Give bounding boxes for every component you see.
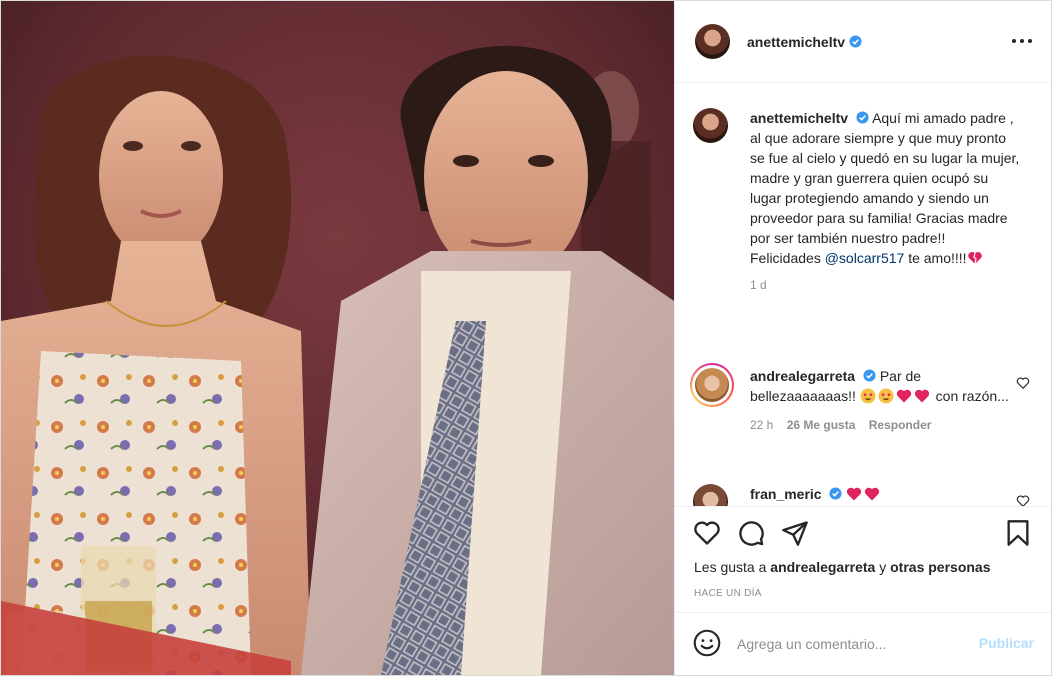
comment-like-heart-icon[interactable] <box>1016 494 1030 506</box>
bookmark-icon[interactable] <box>1004 519 1032 547</box>
post-timestamp[interactable]: HACE UN DÍA <box>694 588 762 599</box>
smiley-icon[interactable] <box>693 629 721 657</box>
publish-button[interactable]: Publicar <box>979 635 1034 651</box>
author-username[interactable]: anettemicheltv <box>747 34 845 50</box>
more-options-icon[interactable] <box>1012 33 1032 49</box>
comments-list[interactable]: anettemicheltv Aquí mi amado padre , al … <box>675 84 1052 506</box>
paper-plane-icon[interactable] <box>781 519 809 547</box>
verified-badge-icon <box>863 369 876 382</box>
post-side-panel: anettemicheltv anettemicheltv Aquí mi am… <box>674 1 1052 675</box>
post-header: anettemicheltv <box>675 1 1052 83</box>
comment-time: 22 h <box>750 418 774 432</box>
red-heart-icon <box>865 487 880 501</box>
instagram-post: anettemicheltv anettemicheltv Aquí mi am… <box>0 0 1052 676</box>
comment-input[interactable] <box>737 633 957 655</box>
verified-badge-icon <box>829 487 843 500</box>
author-avatar[interactable] <box>695 24 730 59</box>
comment-like-heart-icon[interactable] <box>1016 376 1030 390</box>
caption-time: 1 d <box>750 278 767 292</box>
likes-mid: y <box>879 559 887 575</box>
add-comment-bar: Publicar <box>675 612 1052 675</box>
caption-text-after: te amo!!!! <box>908 250 967 266</box>
comment-username[interactable]: fran_meric <box>750 486 822 502</box>
vintage-photo-image <box>1 1 674 675</box>
likes-user-link[interactable]: andrealegarreta <box>770 559 875 575</box>
red-heart-icon <box>896 389 911 403</box>
caption-mention[interactable]: @solcarr517 <box>825 250 905 266</box>
caption-text: Aquí mi amado padre , al que adorare sie… <box>750 110 1020 266</box>
caption-username[interactable]: anettemicheltv <box>750 110 848 126</box>
star-struck-emoji-icon <box>860 388 876 404</box>
red-heart-icon <box>914 389 929 403</box>
comment-username[interactable]: andrealegarreta <box>750 368 855 384</box>
heart-icon[interactable] <box>693 519 721 547</box>
verified-badge-icon <box>849 35 862 48</box>
broken-heart-icon <box>967 252 982 265</box>
caption-avatar[interactable] <box>693 108 728 143</box>
comment-icon[interactable] <box>737 519 765 547</box>
post-actions: Les gusta a andrealegarreta y otras pers… <box>675 506 1052 612</box>
comment-text-after: con razón... <box>935 388 1009 404</box>
post-photo[interactable] <box>1 1 674 675</box>
commenter-avatar[interactable] <box>695 368 729 402</box>
likes-prefix: Les gusta a <box>694 559 767 575</box>
reply-button[interactable]: Responder <box>869 418 932 432</box>
likes-summary: Les gusta a andrealegarreta y otras pers… <box>694 559 991 575</box>
red-heart-icon <box>847 487 862 501</box>
star-struck-emoji-icon <box>878 388 894 404</box>
likes-others-link[interactable]: otras personas <box>890 559 990 575</box>
verified-badge-icon <box>856 111 869 124</box>
comment-likes-count[interactable]: 26 Me gusta <box>787 418 856 432</box>
commenter-avatar[interactable] <box>693 484 728 506</box>
